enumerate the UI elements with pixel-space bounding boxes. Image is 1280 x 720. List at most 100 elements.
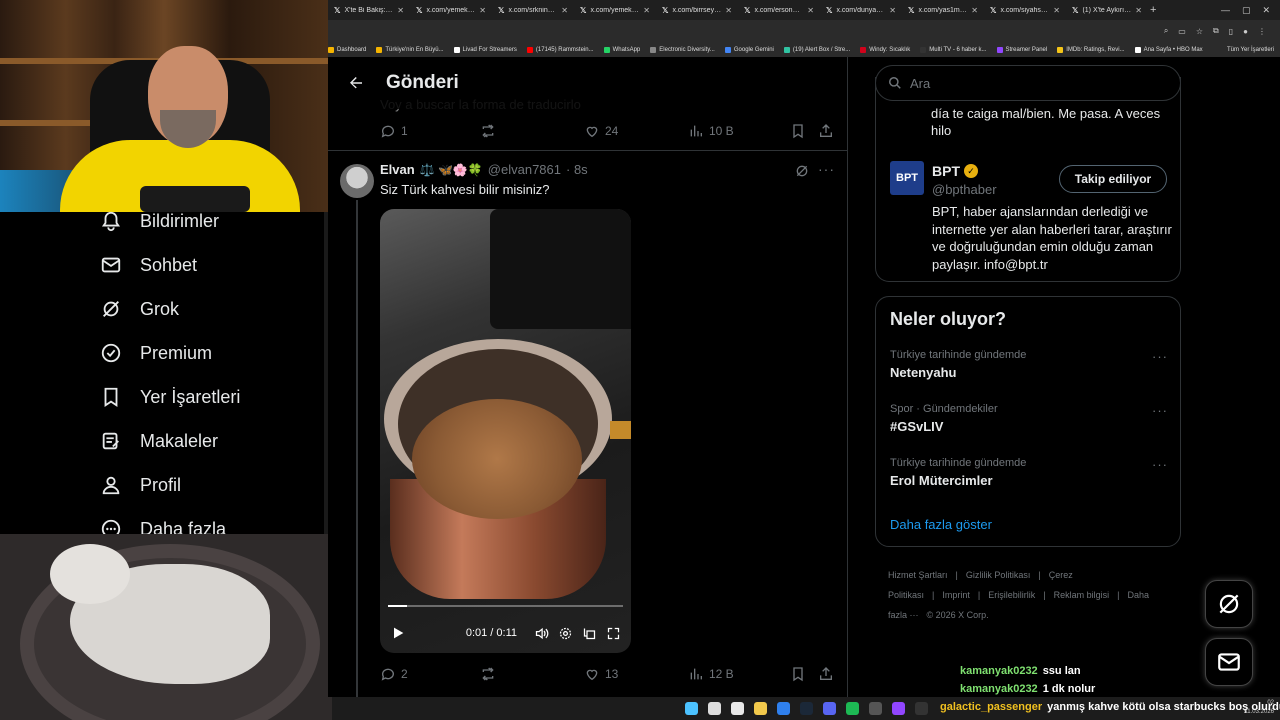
trend-item[interactable]: Spor · Gündemdekiler #GSvLIV ··· [890, 403, 1168, 434]
obs-icon[interactable] [914, 702, 928, 715]
play-icon[interactable] [390, 625, 406, 641]
bookmark-item[interactable]: Streamer Panel [996, 46, 1047, 53]
all-bookmarks-button[interactable]: Tüm Yer İşaretleri [1227, 47, 1280, 53]
more-icon[interactable]: ··· [818, 161, 835, 177]
tab-close-icon[interactable]: ✕ [725, 6, 732, 15]
star-icon[interactable]: ☆ [1196, 27, 1203, 36]
tab-close-icon[interactable]: ✕ [643, 6, 650, 15]
browser-tab[interactable]: 𝕏x.com/birrseyma... ✕ [656, 0, 738, 20]
post-time[interactable]: · 8s [566, 162, 588, 177]
footer-link[interactable]: Imprint [942, 590, 970, 600]
browser-tab[interactable]: 𝕏x.com/yemekteri... ✕ [410, 0, 492, 20]
footer-link[interactable]: Gizlilik Politikası [966, 570, 1031, 580]
author-name[interactable]: Elvan [380, 162, 415, 177]
bookmark-item[interactable]: Windy: Sıcaklık [860, 46, 910, 53]
show-more-link[interactable]: Daha fazla göster [890, 517, 992, 532]
bookmark-item[interactable]: Livad For Streamers [453, 46, 517, 53]
minimize-icon[interactable]: — [1221, 5, 1230, 15]
tab-close-icon[interactable]: ✕ [1053, 6, 1060, 15]
sidepanel-icon[interactable]: ▯ [1229, 27, 1233, 36]
app-icon[interactable] [868, 702, 882, 715]
trend-item[interactable]: Türkiye tarihinde gündemde Netenyahu ··· [890, 349, 1168, 380]
volume-icon[interactable] [534, 626, 549, 641]
avatar[interactable] [340, 164, 374, 198]
bookmark-item[interactable]: Electronic Diversity... [650, 46, 715, 53]
sidebar-item-bell[interactable]: Bildirimler [100, 206, 219, 236]
chat-username[interactable]: kamanyak0232 [960, 665, 1038, 677]
chat-username[interactable]: kamanyak0232 [960, 683, 1038, 695]
tab-close-icon[interactable]: ✕ [889, 6, 896, 15]
browser-tab[interactable]: 𝕏x.com/ersonhab... ✕ [738, 0, 820, 20]
bookmark-button[interactable] [790, 666, 806, 682]
repost-button[interactable] [480, 666, 501, 682]
browser-tab[interactable]: 𝕏x.com/dunyadan... ✕ [820, 0, 902, 20]
browser-tab[interactable]: 𝕏x.com/yas1my/st... ✕ [902, 0, 984, 20]
sidebar-item-profile[interactable]: Profil [100, 470, 181, 500]
pip-icon[interactable] [582, 626, 597, 641]
bookmark-item[interactable]: Ana Sayfa • HBO Max [1134, 46, 1203, 53]
cast-icon[interactable]: ▭ [1178, 27, 1186, 36]
tab-close-icon[interactable]: ✕ [479, 6, 486, 15]
video-progress-bar[interactable] [388, 605, 623, 607]
sidebar-item-article[interactable]: Makaleler [100, 426, 218, 456]
account-name[interactable]: BPT ✓ [932, 163, 978, 179]
avatar[interactable]: BPT [890, 161, 924, 195]
zoom-icon[interactable]: ⌕ [1164, 26, 1168, 36]
following-button[interactable]: Takip ediliyor [1059, 165, 1167, 193]
reply-button[interactable]: 1 [380, 123, 408, 139]
bookmark-item[interactable]: WhatsApp [603, 46, 640, 53]
search-icon[interactable] [707, 702, 721, 715]
discord-icon[interactable] [822, 702, 836, 715]
video-player[interactable]: 0:01 / 0:11 [380, 209, 631, 653]
footer-link[interactable]: Reklam bilgisi [1054, 590, 1110, 600]
tab-close-icon[interactable]: ✕ [971, 6, 978, 15]
repost-button[interactable] [480, 123, 501, 139]
search-box[interactable] [875, 65, 1181, 101]
steam-icon[interactable] [799, 702, 813, 715]
files-icon[interactable] [753, 702, 767, 715]
more-icon[interactable]: ··· [1152, 349, 1168, 364]
share-button[interactable] [818, 123, 834, 139]
menu-icon[interactable]: ⋮ [1258, 27, 1266, 36]
chrome-icon[interactable] [730, 702, 744, 715]
maximize-icon[interactable]: ▢ [1242, 5, 1251, 16]
grok-button[interactable] [794, 163, 810, 184]
more-icon[interactable]: ··· [1152, 403, 1168, 418]
sidebar-item-grok[interactable]: Grok [100, 294, 179, 324]
sidebar-item-mail[interactable]: Sohbet [100, 250, 197, 280]
like-button[interactable]: 24 [584, 123, 618, 139]
search-input[interactable] [910, 75, 1150, 91]
tab-close-icon[interactable]: ✕ [807, 6, 814, 15]
sidebar-item-bookmark[interactable]: Yer İşaretleri [100, 382, 240, 412]
footer-link[interactable]: © 2026 X Corp. [927, 610, 989, 620]
windows-icon[interactable] [684, 702, 698, 715]
share-button[interactable] [818, 666, 834, 682]
trend-item[interactable]: Türkiye tarihinde gündemde Erol Müterciml… [890, 457, 1168, 488]
bookmark-item[interactable]: Google Gemini [724, 46, 774, 53]
twitch-icon[interactable] [891, 702, 905, 715]
reply-button[interactable]: 2 [380, 666, 408, 682]
grok-fab-button[interactable] [1205, 580, 1253, 628]
chat-username[interactable]: galactic_passenger [940, 701, 1042, 713]
more-icon[interactable]: ··· [1152, 457, 1168, 472]
back-button[interactable] [336, 74, 376, 92]
close-icon[interactable]: ✕ [1262, 5, 1270, 16]
tab-close-icon[interactable]: ✕ [561, 6, 568, 15]
browser-tab[interactable]: 𝕏(1) X'te Aykırı "Bi... ✕ [1066, 0, 1148, 20]
edge-icon[interactable] [776, 702, 790, 715]
author-handle[interactable]: @elvan7861 [488, 162, 561, 177]
browser-tab[interactable]: 𝕏x.com/siyahsanc... ✕ [984, 0, 1066, 20]
bookmark-item[interactable]: (19) Alert Box / Stre... [783, 46, 850, 53]
bookmark-item[interactable]: Dashboard [328, 46, 366, 53]
fullscreen-icon[interactable] [606, 626, 621, 641]
bookmark-item[interactable]: (17145) Rammstein... [526, 46, 594, 53]
bookmark-item[interactable]: Multi TV - 6 haber k... [920, 46, 987, 53]
extensions-icon[interactable]: ⧉ [1213, 26, 1219, 36]
views-button[interactable]: 10 B [688, 123, 734, 139]
footer-link[interactable]: Erişilebilirlik [988, 590, 1035, 600]
footer-link[interactable]: Hizmet Şartları [888, 570, 948, 580]
bookmark-button[interactable] [790, 123, 806, 139]
views-button[interactable]: 12 B [688, 666, 734, 682]
profile-icon[interactable]: ● [1243, 27, 1248, 36]
browser-tab[interactable]: 𝕏X'te Bi Bakiş: "Bin... ✕ [328, 0, 410, 20]
